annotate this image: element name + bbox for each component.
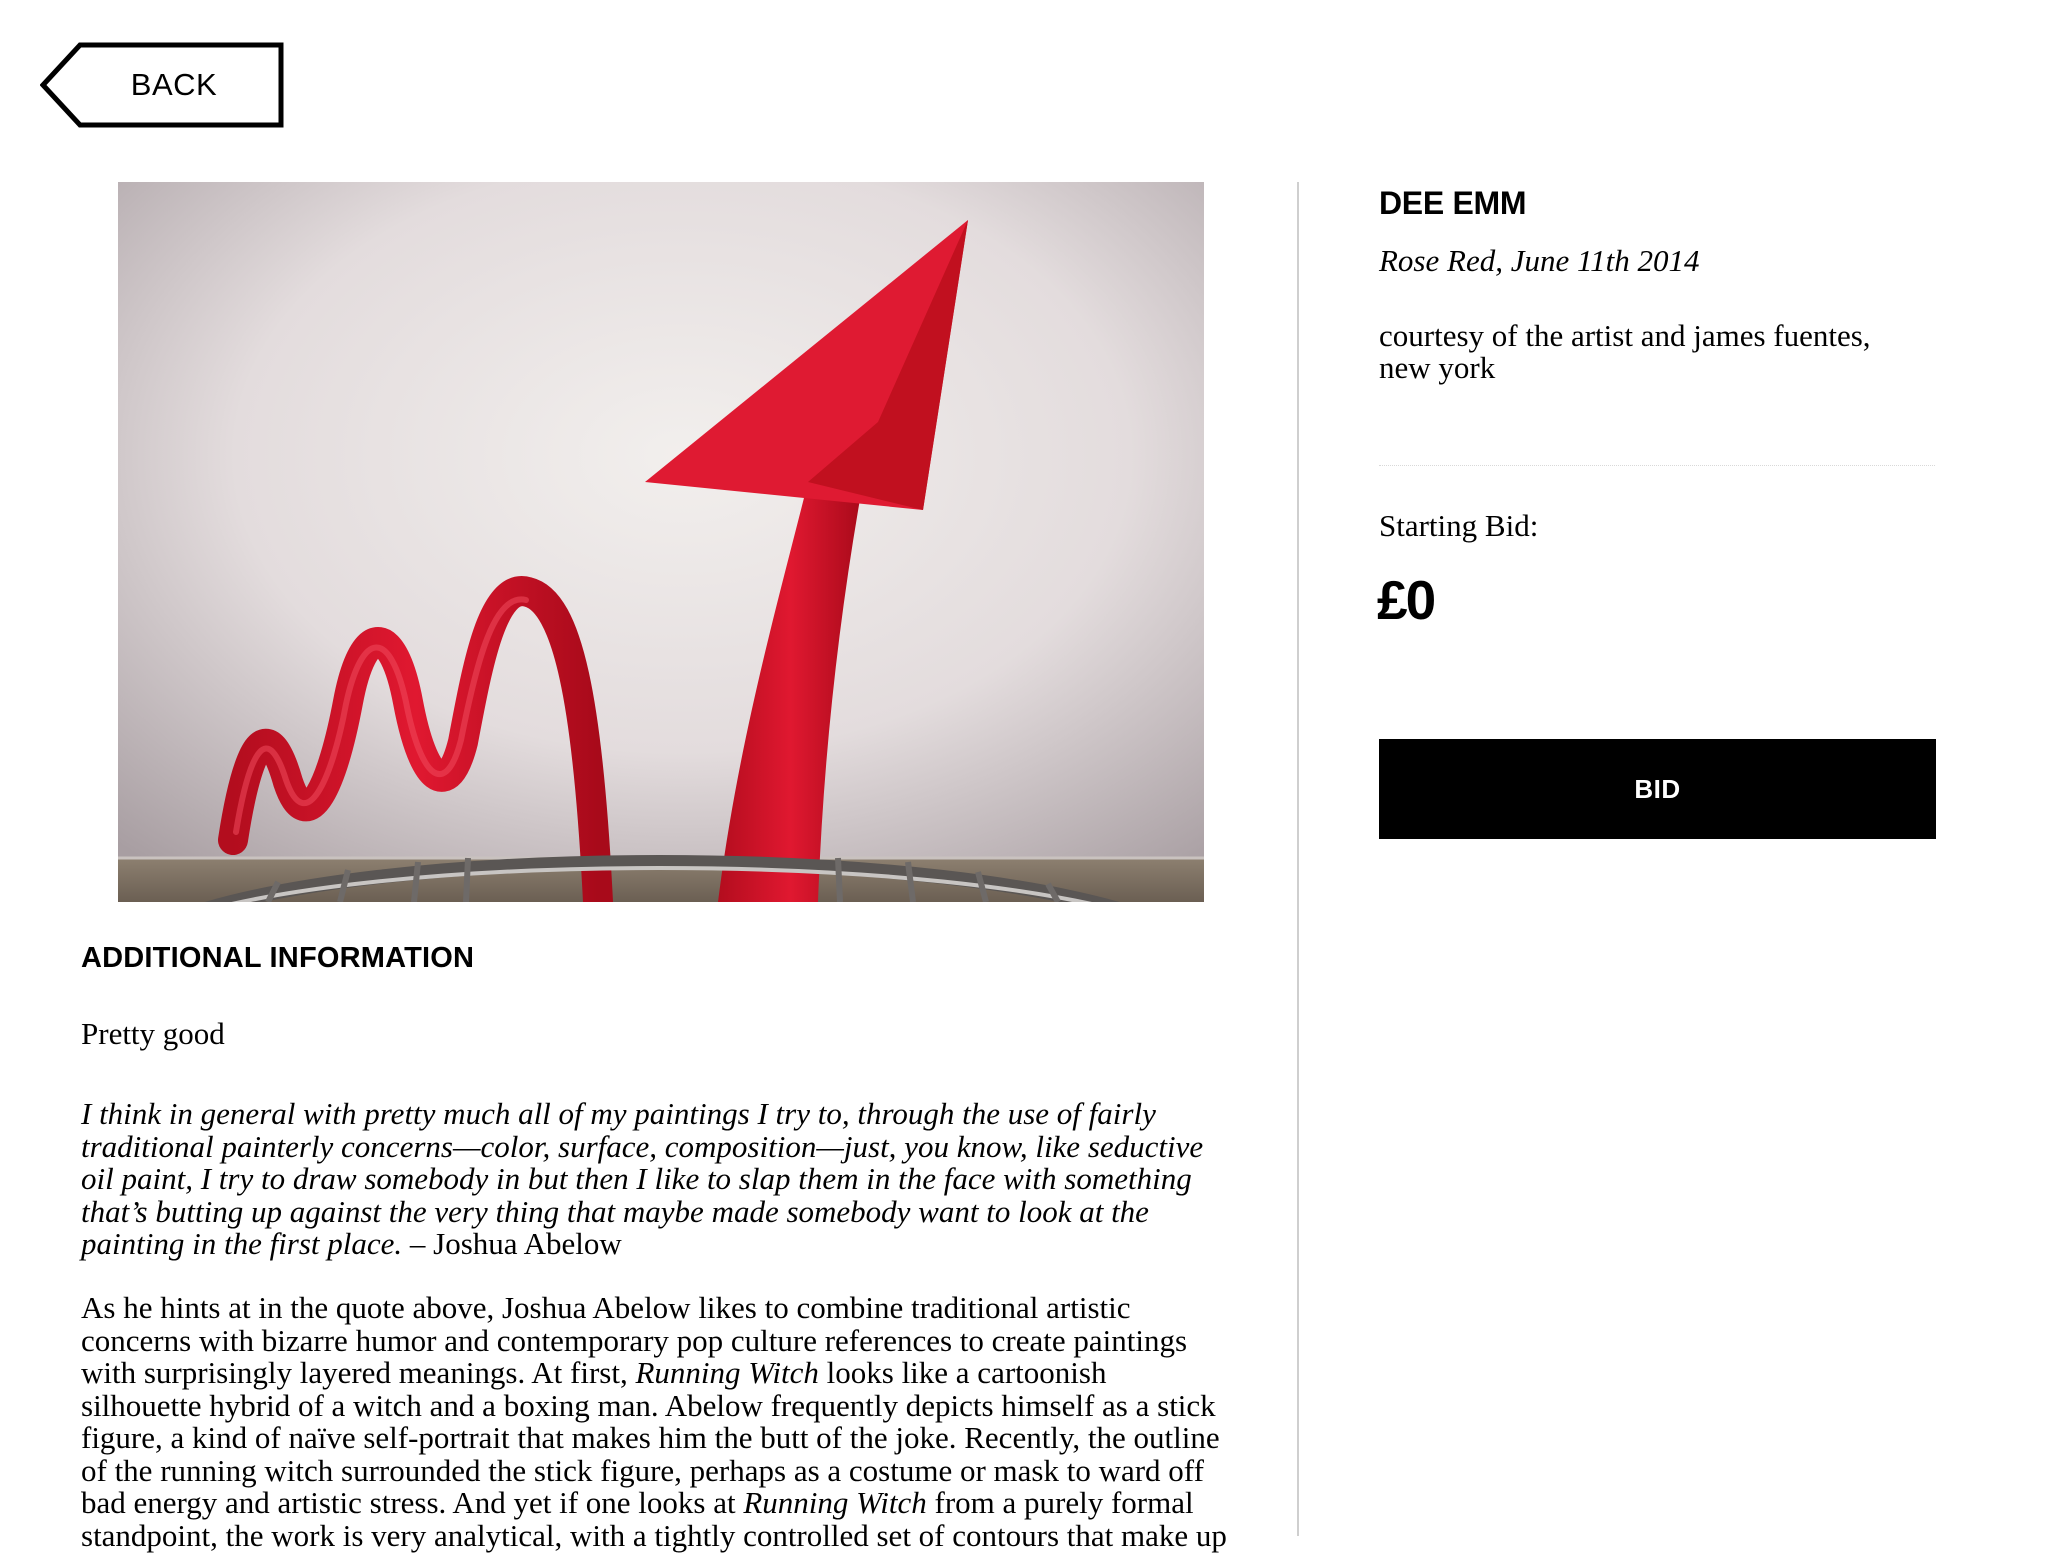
work-title-1: Running Witch [635, 1355, 819, 1390]
red-arrow-sculpture-icon [118, 182, 1204, 902]
back-label: BACK [130, 67, 218, 102]
starting-bid-label: Starting Bid: [1379, 508, 1539, 543]
bid-button[interactable]: BID [1379, 739, 1936, 839]
additional-info-heading: ADDITIONAL INFORMATION [81, 942, 475, 974]
artwork-image [118, 182, 1204, 902]
panel-divider [1379, 465, 1935, 466]
artwork-description: As he hints at in the quote above, Joshu… [81, 1291, 1231, 1552]
starting-bid-amount: £0 [1377, 569, 1436, 631]
courtesy-credit: courtesy of the artist and james fuentes… [1379, 318, 1871, 385]
back-button[interactable]: BACK [40, 42, 284, 128]
intro-text: Pretty good [81, 1016, 225, 1051]
column-divider [1297, 182, 1299, 1536]
artwork-title: Rose Red, June 11th 2014 [1379, 243, 1700, 278]
artist-name: DEE EMM [1379, 185, 1527, 221]
quote-attribution: – Joshua Abelow [402, 1226, 622, 1261]
artist-quote: I think in general with pretty much all … [81, 1096, 1231, 1261]
quote-text: I think in general with pretty much all … [81, 1096, 1204, 1261]
work-title-2: Running Witch [743, 1485, 927, 1520]
